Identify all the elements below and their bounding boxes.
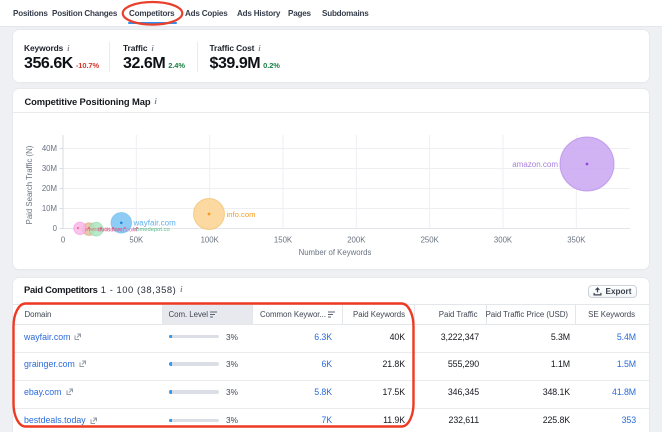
svg-text:20M: 20M	[42, 184, 57, 193]
svg-text:200K: 200K	[347, 236, 366, 245]
svg-text:350K: 350K	[567, 236, 586, 245]
svg-text:250K: 250K	[421, 236, 440, 245]
svg-text:Number of Keywords: Number of Keywords	[299, 248, 372, 257]
svg-text:0: 0	[53, 224, 58, 233]
svg-text:amazon.com: amazon.com	[512, 160, 558, 169]
svg-text:wayfair.com: wayfair.com	[133, 219, 177, 228]
svg-text:10M: 10M	[42, 204, 57, 213]
svg-text:150K: 150K	[274, 236, 293, 245]
svg-text:50K: 50K	[129, 236, 144, 245]
svg-text:info.com: info.com	[227, 210, 256, 219]
svg-text:homedepot.co: homedepot.co	[133, 227, 170, 233]
svg-text:Paid Search Traffic (N): Paid Search Traffic (N)	[25, 145, 34, 224]
svg-text:300K: 300K	[494, 236, 513, 245]
svg-text:0: 0	[61, 236, 66, 245]
svg-text:40M: 40M	[42, 144, 57, 153]
svg-text:100K: 100K	[201, 236, 220, 245]
svg-text:30M: 30M	[42, 164, 57, 173]
svg-text:builddirect.com: builddirect.com	[98, 228, 137, 234]
